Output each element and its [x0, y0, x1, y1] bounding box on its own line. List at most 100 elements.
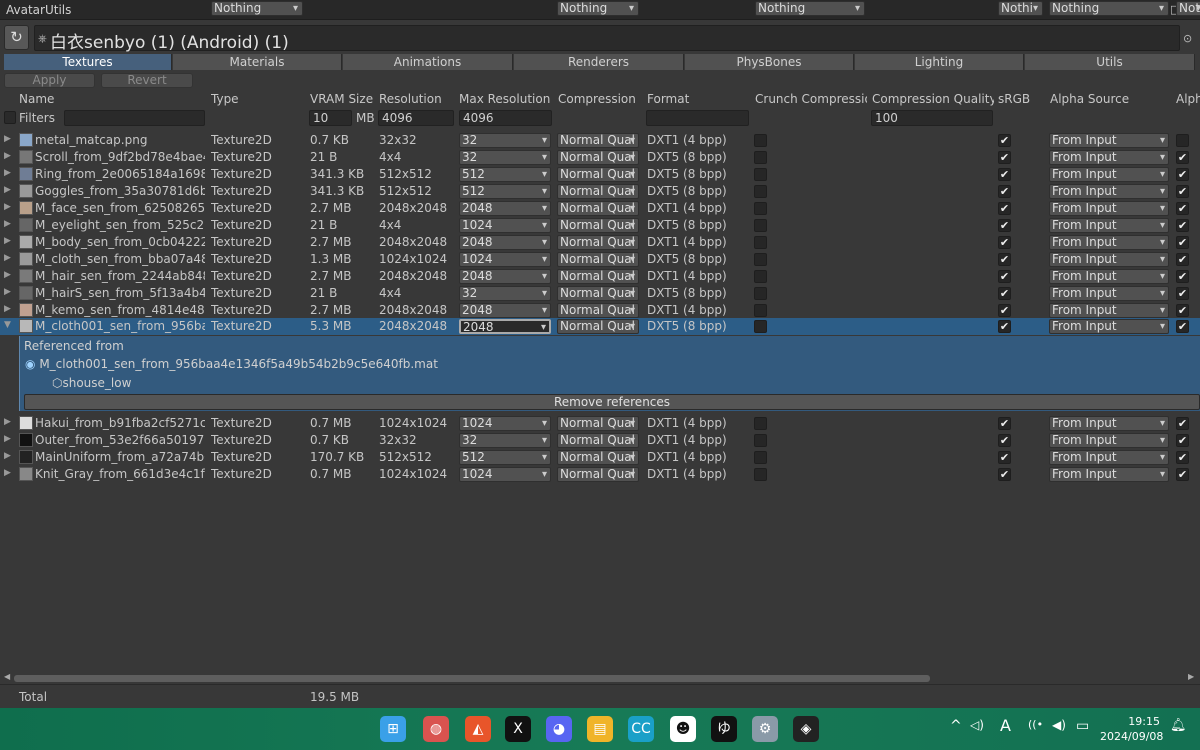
alpha-checkbox[interactable]: ✔: [1176, 253, 1189, 266]
compression-filter-dropdown[interactable]: Nothing: [557, 1, 639, 16]
target-object-field[interactable]: ⎈ 白衣senbyo (1) (Android) (1): [34, 25, 1180, 53]
material-reference[interactable]: ◉ M_cloth001_sen_from_956baa4e1346f5a49b…: [25, 357, 438, 371]
ime-icon[interactable]: A: [1000, 716, 1011, 735]
collapsed-arrow-icon[interactable]: ▶: [4, 236, 11, 246]
x-icon[interactable]: X: [505, 716, 531, 742]
expanded-arrow-icon[interactable]: ▼: [4, 320, 11, 330]
table-row[interactable]: ▶ M_hair_sen_from_2244ab84819 Texture2D 2.7…: [0, 268, 1200, 285]
crunch-checkbox[interactable]: [754, 253, 767, 266]
alpha-source-dropdown[interactable]: From Input: [1049, 303, 1169, 318]
table-row[interactable]: ▶ Hakui_from_b91fba2cf5271ca4 Texture2D 0.7…: [0, 415, 1200, 432]
column-header[interactable]: Type: [211, 92, 303, 106]
tab-materials[interactable]: Materials: [173, 54, 342, 70]
compression-dropdown[interactable]: Normal Qual: [557, 218, 639, 233]
crunch-filter-dropdown[interactable]: Nothing: [755, 1, 865, 16]
vram-filter-input[interactable]: 10: [309, 110, 352, 126]
alpha-source-dropdown[interactable]: From Input: [1049, 150, 1169, 165]
column-header[interactable]: Name: [19, 92, 204, 106]
alpha-source-dropdown[interactable]: From Input: [1049, 286, 1169, 301]
battery-icon[interactable]: ▭: [1076, 718, 1089, 734]
srgb-checkbox[interactable]: ✔: [998, 320, 1011, 333]
srgb-checkbox[interactable]: ✔: [998, 151, 1011, 164]
crunch-checkbox[interactable]: [754, 451, 767, 464]
refresh-button[interactable]: ↻: [4, 25, 29, 50]
srgb-checkbox[interactable]: ✔: [998, 417, 1011, 430]
crunch-checkbox[interactable]: [754, 185, 767, 198]
alpha-checkbox[interactable]: ✔: [1176, 151, 1189, 164]
alpha-source-dropdown[interactable]: From Input: [1049, 133, 1169, 148]
srgb-checkbox[interactable]: ✔: [998, 287, 1011, 300]
srgb-checkbox[interactable]: ✔: [998, 185, 1011, 198]
collapsed-arrow-icon[interactable]: ▶: [4, 451, 11, 461]
table-row[interactable]: ▶ Ring_from_2e0065184a169874 Texture2D 341.…: [0, 166, 1200, 183]
srgb-checkbox[interactable]: ✔: [998, 219, 1011, 232]
max-resolution-dropdown[interactable]: 1024: [459, 467, 551, 482]
collapsed-arrow-icon[interactable]: ▶: [4, 202, 11, 212]
tab-textures[interactable]: Textures: [4, 54, 172, 70]
chrome-icon[interactable]: ◍: [423, 716, 449, 742]
alpha-source-dropdown[interactable]: From Input: [1049, 252, 1169, 267]
crunch-checkbox[interactable]: [754, 320, 767, 333]
alpha-checkbox[interactable]: ✔: [1176, 451, 1189, 464]
max-resolution-dropdown[interactable]: 32: [459, 133, 551, 148]
max-resolution-dropdown[interactable]: 512: [459, 450, 551, 465]
table-row[interactable]: ▶ Goggles_from_35a30781d6bf3a Texture2D 341…: [0, 183, 1200, 200]
discord-icon[interactable]: ◕: [546, 716, 572, 742]
srgb-checkbox[interactable]: ✔: [998, 270, 1011, 283]
srgb-checkbox[interactable]: ✔: [998, 202, 1011, 215]
max-resolution-dropdown[interactable]: 1024: [459, 218, 551, 233]
max-resolution-dropdown[interactable]: 2048: [459, 319, 551, 334]
column-header[interactable]: Max Resolution: [459, 92, 554, 106]
crunch-checkbox[interactable]: [754, 304, 767, 317]
compression-dropdown[interactable]: Normal Qual: [557, 450, 639, 465]
collapsed-arrow-icon[interactable]: ▶: [4, 253, 11, 263]
tab-renderers[interactable]: Renderers: [514, 54, 684, 70]
quality-filter-input[interactable]: 100: [871, 110, 993, 126]
table-row[interactable]: ▶ M_hairS_sen_from_5f13a4b49a Texture2D 21 …: [0, 285, 1200, 302]
table-row[interactable]: ▶ M_face_sen_from_62508265aa Texture2D 2.7 …: [0, 200, 1200, 217]
collapsed-arrow-icon[interactable]: ▶: [4, 219, 11, 229]
collapsed-arrow-icon[interactable]: ▶: [4, 304, 11, 314]
crunch-checkbox[interactable]: [754, 219, 767, 232]
scroll-right-icon[interactable]: ▶: [1188, 672, 1194, 681]
alpha-filter-dropdown[interactable]: Not: [1176, 1, 1200, 16]
max-resolution-dropdown[interactable]: 1024: [459, 416, 551, 431]
alpha-checkbox[interactable]: [1176, 134, 1189, 147]
collapsed-arrow-icon[interactable]: ▶: [4, 287, 11, 297]
collapsed-arrow-icon[interactable]: ▶: [4, 151, 11, 161]
table-row[interactable]: ▶ M_eyelight_sen_from_525c23b7 Texture2D 21…: [0, 217, 1200, 234]
crunch-checkbox[interactable]: [754, 202, 767, 215]
alpha-checkbox[interactable]: ✔: [1176, 320, 1189, 333]
crunch-checkbox[interactable]: [754, 151, 767, 164]
compression-dropdown[interactable]: Normal Qual: [557, 184, 639, 199]
max-resolution-dropdown[interactable]: 1024: [459, 252, 551, 267]
compression-dropdown[interactable]: Normal Qual: [557, 133, 639, 148]
compression-dropdown[interactable]: Normal Qual: [557, 286, 639, 301]
crunch-checkbox[interactable]: [754, 468, 767, 481]
format-filter-input[interactable]: [646, 110, 749, 126]
settings-icon[interactable]: ⚙: [752, 716, 778, 742]
resolution-filter-input[interactable]: 4096: [378, 110, 454, 126]
column-header[interactable]: Compression: [558, 92, 642, 106]
max-resolution-dropdown[interactable]: 32: [459, 433, 551, 448]
file-explorer-icon[interactable]: ▤: [587, 716, 613, 742]
max-resolution-filter-input[interactable]: 4096: [459, 110, 552, 126]
speaker-icon[interactable]: ◀): [1052, 718, 1066, 732]
alpha-source-dropdown[interactable]: From Input: [1049, 201, 1169, 216]
crunch-checkbox[interactable]: [754, 270, 767, 283]
alpha-checkbox[interactable]: ✔: [1176, 236, 1189, 249]
compression-dropdown[interactable]: Normal Qual: [557, 252, 639, 267]
alpha-source-dropdown[interactable]: From Input: [1049, 319, 1169, 334]
column-header[interactable]: Resolution: [379, 92, 455, 106]
type-filter-dropdown[interactable]: Nothing: [211, 1, 303, 16]
tab-utils[interactable]: Utils: [1025, 54, 1195, 70]
srgb-checkbox[interactable]: ✔: [998, 236, 1011, 249]
tab-physbones[interactable]: PhysBones: [685, 54, 854, 70]
table-row[interactable]: ▶ M_kemo_sen_from_4814e484b6 Texture2D 2.7 …: [0, 302, 1200, 319]
srgb-checkbox[interactable]: ✔: [998, 253, 1011, 266]
apply-button[interactable]: Apply: [4, 73, 95, 88]
tab-lighting[interactable]: Lighting: [855, 54, 1024, 70]
alpha-source-dropdown[interactable]: From Input: [1049, 433, 1169, 448]
max-resolution-dropdown[interactable]: 2048: [459, 303, 551, 318]
volume-icon[interactable]: ◁): [970, 718, 984, 732]
